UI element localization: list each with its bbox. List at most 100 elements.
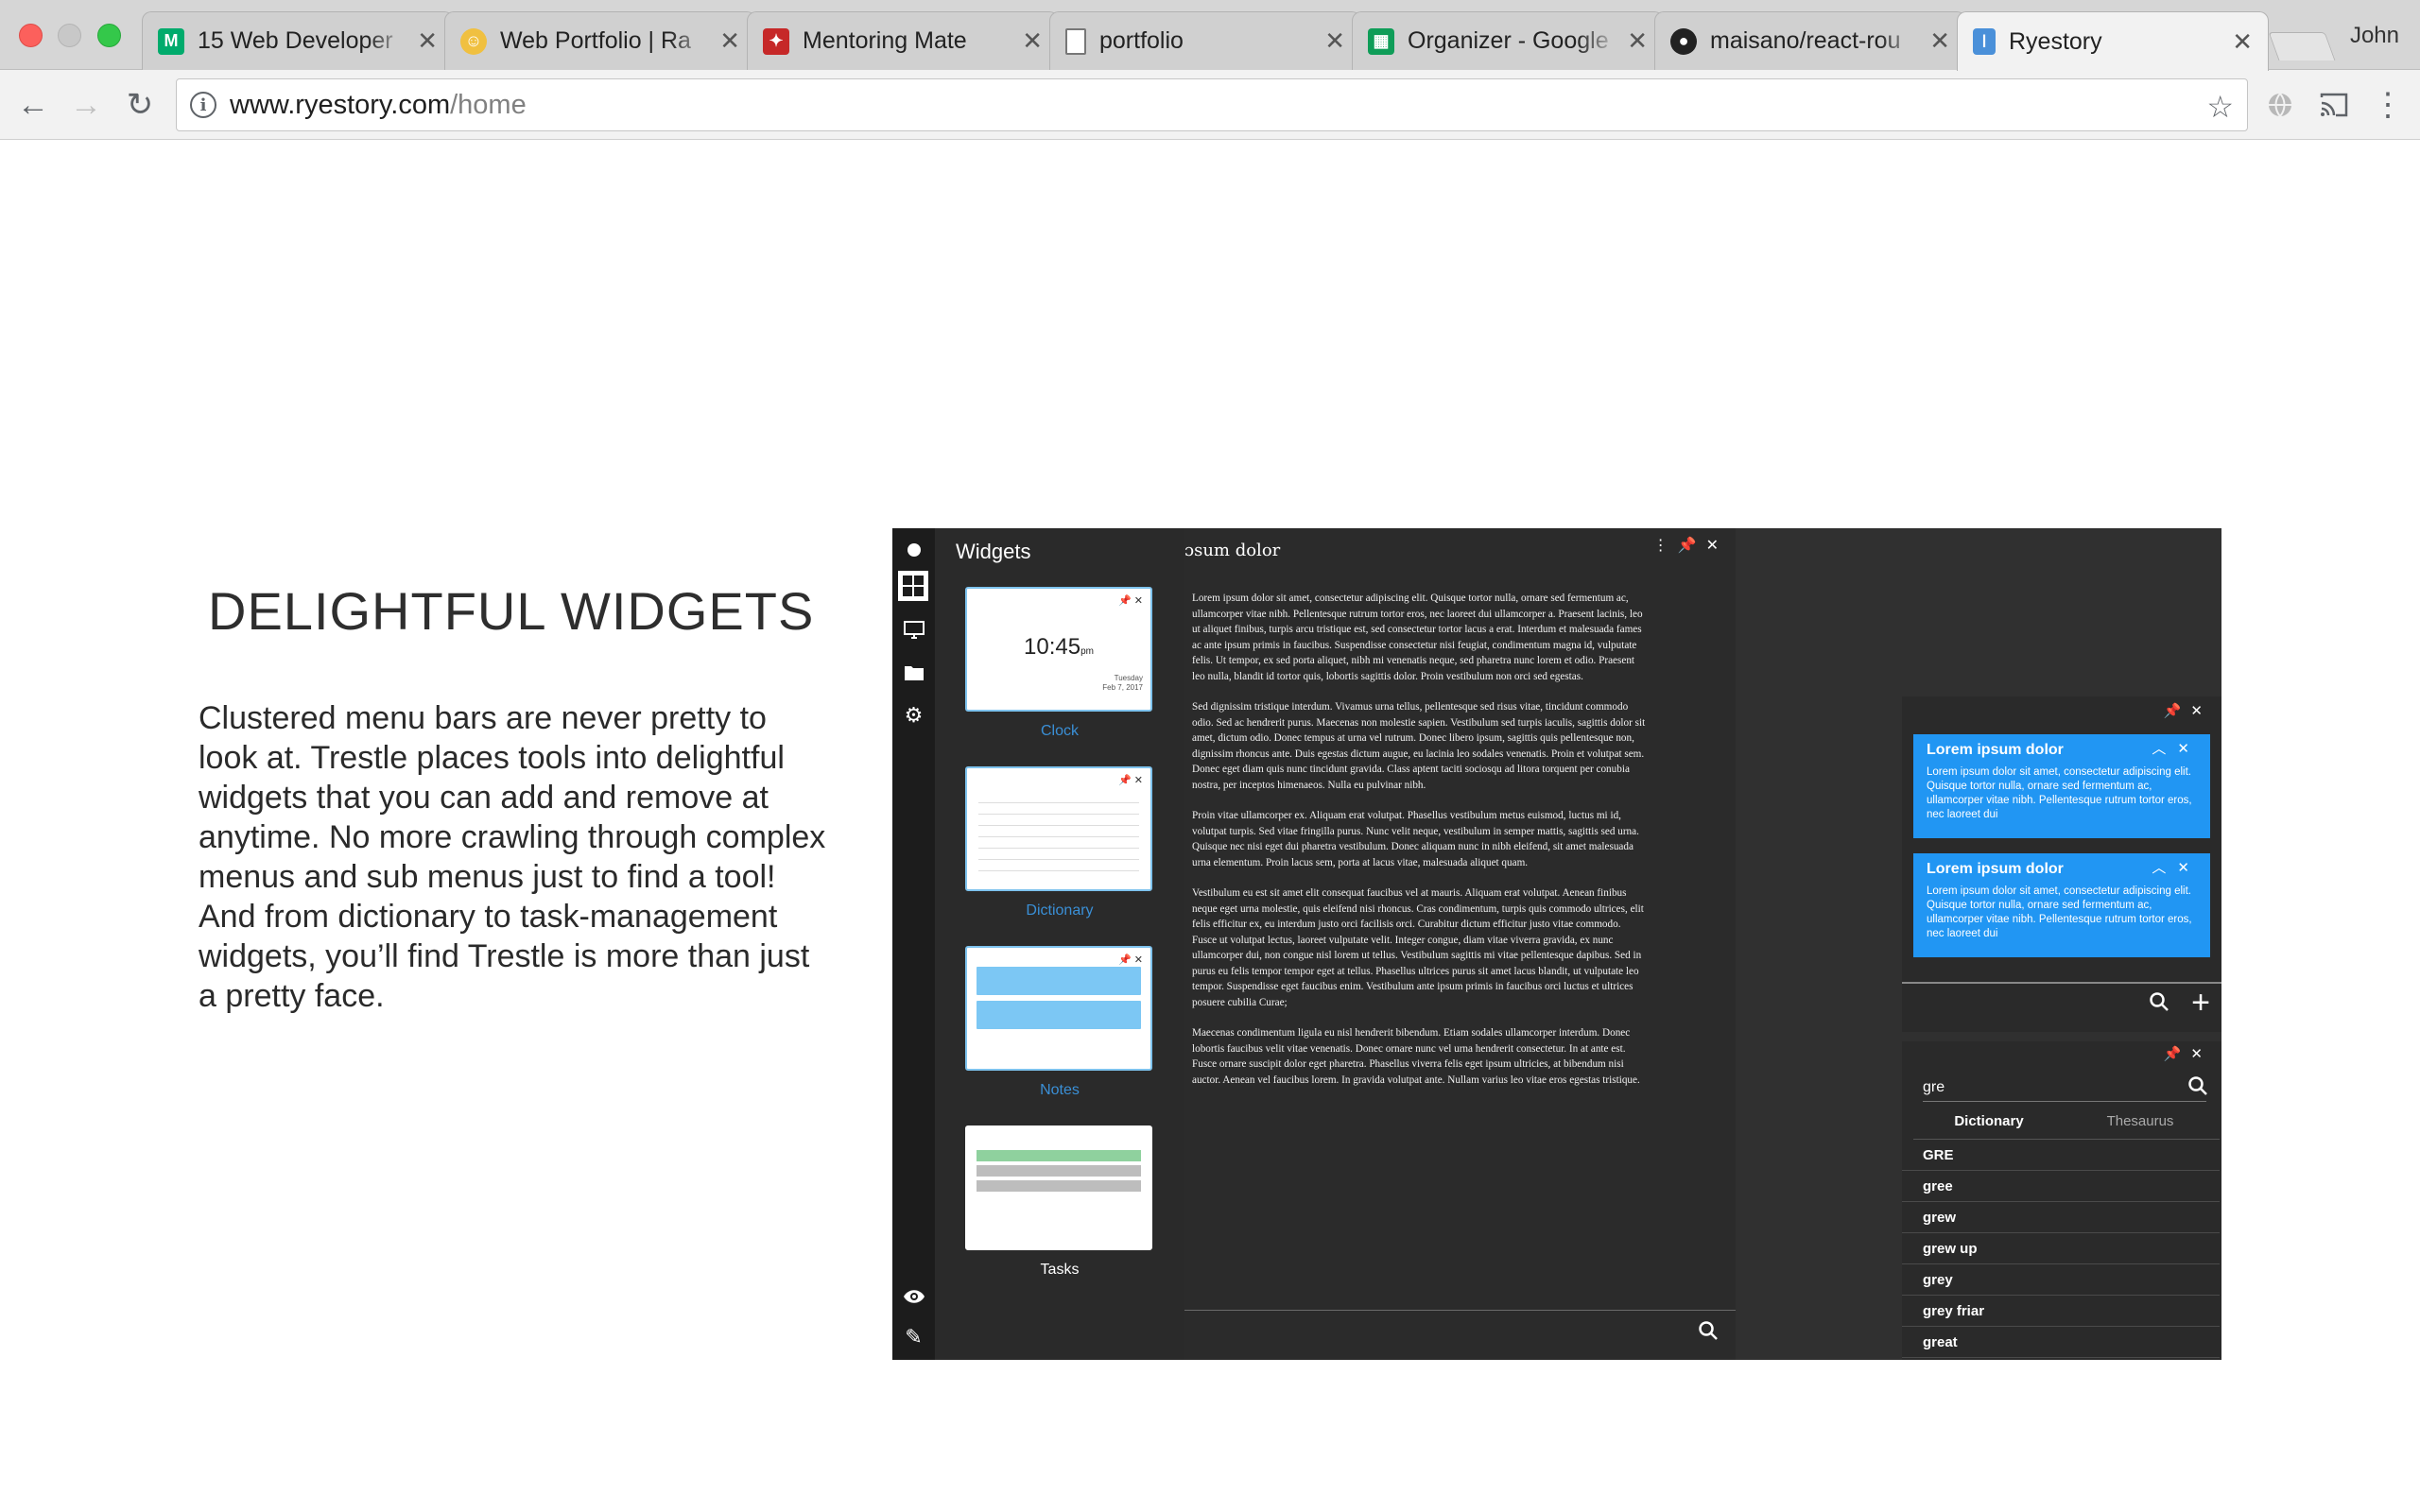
widget-label-tasks: Tasks (1040, 1262, 1080, 1278)
widgets-panel-title: Widgets (956, 540, 1031, 563)
collapse-close-icon[interactable]: ︿✕ (2152, 857, 2201, 877)
tab-dictionary[interactable]: Dictionary (1913, 1113, 2065, 1129)
dictionary-result[interactable]: grew up (1902, 1233, 2220, 1264)
pin-close-icon: 📌 ✕ (1118, 775, 1143, 786)
tab-title: Web Portfolio | Ra (500, 27, 691, 54)
reload-button[interactable]: ↻ (120, 85, 160, 125)
dictionary-result[interactable]: great (1902, 1327, 2220, 1358)
dictionary-results-list: GRE gree grew grew up grey grey friar gr… (1902, 1140, 2220, 1358)
tab-title: Ryestory (2009, 27, 2102, 55)
browser-tab[interactable]: ☺ Web Portfolio | Ra ✕ (444, 11, 756, 70)
tab-close-icon[interactable]: ✕ (417, 26, 438, 56)
tab-thesaurus[interactable]: Thesaurus (2065, 1113, 2216, 1129)
tab-title: 15 Web Developer (198, 27, 393, 54)
address-bar[interactable]: i www.ryestory.com/home ☆ (176, 78, 2248, 131)
document-paragraph: Lorem ipsum dolor sit amet, consectetur … (1192, 593, 1643, 682)
note-body: Lorem ipsum dolor sit amet, consectetur … (1927, 885, 2192, 939)
kebab-menu-icon[interactable]: ⋮ (2370, 87, 2406, 123)
forward-button[interactable]: → (66, 85, 106, 125)
window-minimize-button[interactable] (58, 24, 81, 47)
divider (1902, 982, 2221, 984)
pin-close-icon[interactable]: 📌✕ (2164, 702, 2212, 719)
back-button[interactable]: ← (13, 85, 53, 125)
widgets-panel: Widgets 📌 ✕ 10:45pm Tuesday Feb 7, 2017 C… (935, 528, 1184, 1360)
document-search-field[interactable] (1184, 1310, 1736, 1311)
cast-icon[interactable] (2316, 87, 2352, 123)
widgets-grid-icon[interactable] (898, 571, 928, 601)
widget-card-dictionary[interactable]: 📌 ✕ (965, 766, 1152, 891)
dictionary-result[interactable]: gree (1902, 1171, 2220, 1202)
section-heading: DELIGHTFUL WIDGETS (208, 581, 815, 641)
widget-label-notes: Notes (1040, 1082, 1080, 1098)
document-paragraph: Vestibulum eu est sit amet elit consequa… (1192, 887, 1644, 1008)
browser-tab-active[interactable]: ǀ Ryestory ✕ (1957, 11, 2269, 71)
notes-widget: 📌✕ Lorem ipsum dolor ︿✕ Lorem ipsum dolo… (1902, 696, 2221, 1032)
clock-time: 10:45pm (1024, 634, 1094, 660)
note-title: Lorem ipsum dolor (1927, 742, 2064, 758)
note-card[interactable]: Lorem ipsum dolor ︿✕ Lorem ipsum dolor s… (1913, 734, 2210, 838)
tab-close-icon[interactable]: ✕ (1324, 26, 1345, 56)
page-content: DELIGHTFUL WIDGETS Clustered menu bars a… (0, 141, 2420, 1512)
dictionary-result[interactable]: grey friar (1902, 1296, 2220, 1327)
document-paragraph: Proin vitae ullamcorper ex. Aliquam erat… (1192, 810, 1639, 868)
collapse-close-icon[interactable]: ︿✕ (2152, 738, 2201, 758)
document-panel: ɔsum dolor ⋮📌✕ Lorem ipsum dolor sit ame… (1184, 528, 1736, 1360)
browser-tab-strip: M 15 Web Developer ✕ ☺ Web Portfolio | R… (0, 0, 2420, 71)
dictionary-result[interactable]: GRE (1902, 1140, 2220, 1171)
profile-name[interactable]: John (2350, 23, 2399, 49)
pin-close-icon[interactable]: 📌✕ (2164, 1045, 2212, 1062)
portfolio-avatar-icon: ☺ (460, 27, 487, 55)
gear-icon[interactable]: ⚙ (892, 698, 935, 732)
browser-tab[interactable]: portfolio ✕ (1049, 11, 1361, 70)
dictionary-search-input[interactable] (1923, 1074, 2206, 1102)
mentoring-mate-icon: ✦ (763, 27, 789, 55)
pin-close-icon: 📌 ✕ (1118, 595, 1143, 607)
browser-tab[interactable]: ✦ Mentoring Mate ✕ (747, 11, 1059, 70)
window-close-button[interactable] (19, 24, 43, 47)
pencil-icon[interactable]: ✎ (892, 1320, 935, 1354)
browser-toolbar: ← → ↻ i www.ryestory.com/home ☆ ⋮ (0, 70, 2420, 140)
widget-card-clock[interactable]: 📌 ✕ 10:45pm Tuesday Feb 7, 2017 (965, 587, 1152, 712)
tab-close-icon[interactable]: ✕ (1929, 26, 1950, 56)
widget-card-tasks[interactable] (965, 1125, 1152, 1250)
clock-date: Tuesday Feb 7, 2017 (1102, 674, 1143, 692)
document-controls-icon[interactable]: ⋮📌✕ (1653, 536, 1728, 555)
widget-card-notes[interactable]: 📌 ✕ (965, 946, 1152, 1071)
bookmark-star-icon[interactable]: ☆ (2206, 89, 2234, 125)
dictionary-result[interactable]: grey (1902, 1264, 2220, 1296)
tab-close-icon[interactable]: ✕ (1022, 26, 1043, 56)
ryestory-icon: ǀ (1973, 28, 1996, 55)
app-side-rail: ⚙ ✎ (892, 528, 935, 1360)
note-title: Lorem ipsum dolor (1927, 861, 2064, 877)
url-path: /home (450, 89, 527, 120)
dictionary-result[interactable]: grew (1902, 1202, 2220, 1233)
site-info-icon[interactable]: i (190, 92, 216, 118)
search-icon[interactable] (2149, 991, 2169, 1019)
medium-logo-icon: M (158, 27, 184, 55)
globe-extension-icon[interactable] (2262, 87, 2298, 123)
browser-tab[interactable]: ▦ Organizer - Google ✕ (1352, 11, 1664, 70)
window-maximize-button[interactable] (97, 24, 121, 47)
tab-title: portfolio (1099, 27, 1184, 54)
widget-label-clock: Clock (1040, 723, 1079, 739)
app-screenshot: ⚙ ✎ Widgets 📌 ✕ 10:45pm Tuesday Feb 7, 20… (892, 528, 2221, 1360)
tab-close-icon[interactable]: ✕ (2232, 27, 2253, 57)
add-note-icon[interactable]: + (2191, 985, 2210, 1022)
pin-close-icon: 📌 ✕ (1118, 954, 1143, 966)
search-icon[interactable] (2187, 1075, 2208, 1102)
tab-title: Mentoring Mate (803, 27, 967, 54)
new-tab-button[interactable] (2268, 32, 2336, 60)
tab-close-icon[interactable]: ✕ (1627, 26, 1648, 56)
note-card[interactable]: Lorem ipsum dolor ︿✕ Lorem ipsum dolor s… (1913, 853, 2210, 957)
browser-tab[interactable]: ● maisano/react-rou ✕ (1654, 11, 1966, 70)
folder-icon[interactable] (892, 656, 935, 690)
status-dot-icon[interactable] (892, 533, 935, 567)
browser-tab[interactable]: M 15 Web Developer ✕ (142, 11, 454, 70)
tab-close-icon[interactable]: ✕ (719, 26, 740, 56)
document-title: ɔsum dolor (1184, 541, 1281, 560)
eye-icon[interactable] (892, 1280, 935, 1314)
search-icon[interactable] (1698, 1320, 1719, 1347)
google-sheets-icon: ▦ (1368, 27, 1394, 55)
tab-title: Organizer - Google (1408, 27, 1609, 54)
monitor-icon[interactable] (892, 613, 935, 647)
